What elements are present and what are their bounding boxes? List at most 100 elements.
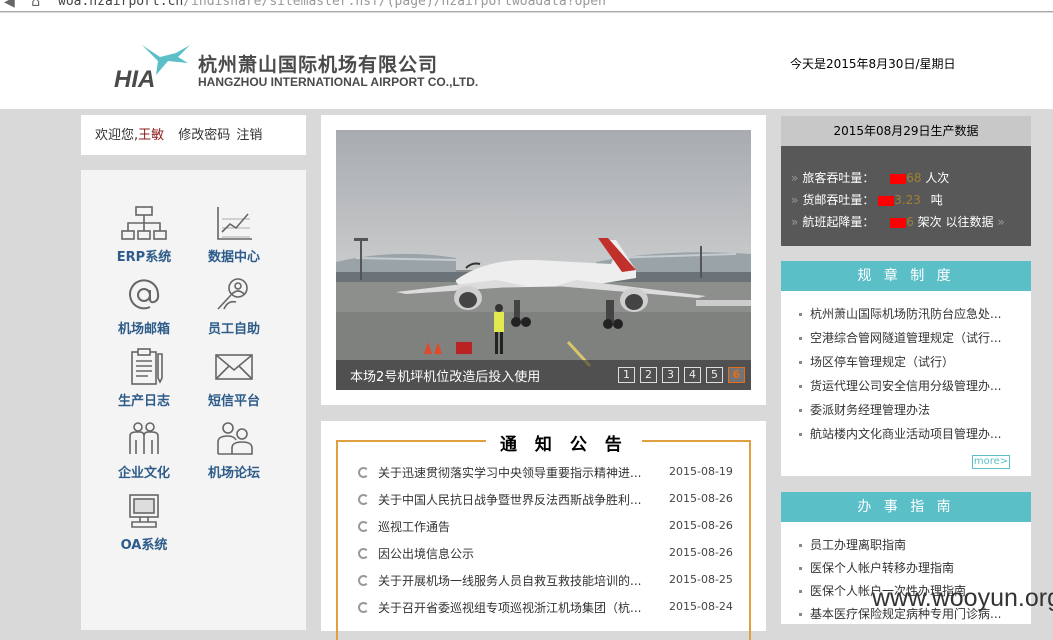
monitor-icon	[129, 494, 159, 528]
refresh-bullet-icon	[358, 602, 369, 613]
nav-mail[interactable]: 机场邮箱	[99, 276, 189, 337]
nav-label: 员工自助	[207, 322, 260, 337]
production-title: 2015年08月29日生产数据	[781, 116, 1031, 146]
rules-item[interactable]: 航站楼内文化商业活动项目管理办...	[799, 425, 1009, 442]
refresh-bullet-icon	[358, 575, 369, 586]
notice-text: 关于中国人民抗日战争暨世界反法西斯战争胜利...	[378, 493, 642, 507]
address-bar[interactable]: ◀ ⌂ woa.hzairport.cn/indishare/sitemaste…	[0, 0, 1053, 12]
hia-logo-icon: HIA	[114, 45, 190, 93]
redaction-mark	[890, 217, 907, 228]
bullet-icon	[799, 613, 802, 616]
row-value: 6	[906, 215, 914, 229]
slide-page-4[interactable]: 4	[684, 367, 701, 383]
notice-item[interactable]: 巡视工作通告 2015-08-26	[358, 518, 738, 538]
notice-date: 2015-08-25	[669, 573, 733, 586]
rules-item[interactable]: 货运代理公司安全信用分级管理办...	[799, 377, 1009, 394]
airport-logo[interactable]: HIA 杭州萧山国际机场有限公司 HANGZHOU INTERNATIONAL …	[112, 43, 512, 103]
notice-title: 通 知 公 告	[486, 430, 642, 455]
logo-mark-text: HIA	[114, 66, 155, 93]
row-unit: 人次	[925, 171, 950, 185]
row-unit: 吨	[930, 193, 943, 207]
rules-item[interactable]: 委派财务经理管理办法	[799, 401, 1009, 418]
notice-item[interactable]: 关于开展机场一线服务人员自救互救技能培训的... 2015-08-25	[358, 572, 738, 592]
notice-text: 关于开展机场一线服务人员自救互救技能培训的...	[378, 574, 642, 588]
redaction-mark	[890, 173, 907, 184]
nav-oa[interactable]: OA系统	[99, 492, 189, 553]
notice-item[interactable]: 关于迅速贯彻落实学习中央领导重要指示精神进... 2015-08-19	[358, 464, 738, 484]
url-text[interactable]: woa.hzairport.cn/indishare/sitemaster.ns…	[58, 0, 606, 9]
redaction-mark	[878, 195, 895, 206]
nav-label: ERP系统	[116, 250, 172, 265]
flights-row: » 航班起降量： 6 架次 以往数据 »	[791, 213, 1009, 230]
current-date: 今天是2015年8月30日/星期日	[790, 57, 956, 71]
notice-item[interactable]: 因公出境信息公示 2015-08-26	[358, 545, 738, 565]
nav-label: OA系统	[120, 538, 168, 553]
refresh-bullet-icon	[358, 548, 369, 559]
photo-slider[interactable]: 本场2号机坪机位改造后投入使用 1 2 3 4 5 6	[336, 130, 751, 390]
rules-item-label: 委派财务经理管理办法	[810, 403, 931, 417]
nav-data-center[interactable]: 数据中心	[189, 204, 279, 265]
notice-panel: 通 知 公 告 关于迅速贯彻落实学习中央领导重要指示精神进... 2015-08-…	[321, 421, 766, 640]
more-button[interactable]: more>	[972, 455, 1010, 469]
guide-item[interactable]: 员工办理离职指南	[799, 536, 1009, 553]
rules-panel: 规 章 制 度 杭州萧山国际机场防汛防台应急处... 空港综合管网隧道管理规定（…	[781, 261, 1031, 476]
notice-text: 关于迅速贯彻落实学习中央领导重要指示精神进...	[378, 466, 642, 480]
rules-title: 规 章 制 度	[781, 261, 1031, 291]
row-label: 货邮吞吐量：	[802, 193, 875, 207]
nav-label: 企业文化	[117, 466, 170, 481]
notice-date: 2015-08-19	[669, 465, 733, 478]
at-sign-icon	[129, 279, 160, 310]
notice-date: 2015-08-24	[669, 600, 733, 613]
notice-text: 巡视工作通告	[378, 520, 451, 534]
nav-erp[interactable]: ERP系统	[99, 204, 189, 265]
envelope-icon	[215, 354, 253, 380]
nav-culture[interactable]: 企业文化	[99, 420, 189, 481]
guide-item[interactable]: 医保个人帐户转移办理指南	[799, 559, 1009, 576]
double-arrow-icon: »	[791, 215, 799, 229]
user-search-icon	[217, 278, 248, 310]
nav-label: 机场邮箱	[117, 322, 170, 337]
slide-page-5[interactable]: 5	[706, 367, 723, 383]
nav-label: 数据中心	[207, 250, 260, 265]
back-forward-icons[interactable]: ◀ ⌂	[4, 0, 46, 10]
notice-item[interactable]: 关于召开省委巡视组专项巡视浙江机场集团（杭... 2015-08-24	[358, 599, 738, 619]
url-path: /indishare/sitemaster.nsf/(page)/hzairpo…	[183, 0, 606, 9]
rules-item-label: 杭州萧山国际机场防汛防台应急处...	[810, 307, 1002, 321]
rules-item[interactable]: 杭州萧山国际机场防汛防台应急处...	[799, 305, 1009, 322]
bullet-icon	[799, 590, 802, 593]
history-data-link[interactable]: 以往数据	[946, 215, 994, 229]
nav-label: 机场论坛	[207, 466, 260, 481]
row-value: 68	[906, 171, 922, 185]
bullet-icon	[799, 433, 802, 436]
bullet-icon	[799, 313, 802, 316]
slide-page-1[interactable]: 1	[618, 367, 635, 383]
notice-item[interactable]: 关于中国人民抗日战争暨世界反法西斯战争胜利... 2015-08-26	[358, 491, 738, 511]
user-name: 王敏	[138, 128, 165, 143]
row-unit: 架次	[917, 215, 942, 229]
refresh-bullet-icon	[358, 494, 369, 505]
rules-item-label: 航站楼内文化商业活动项目管理办...	[810, 427, 1002, 441]
slide-page-6[interactable]: 6	[728, 367, 745, 383]
photo-slider-panel: 本场2号机坪机位改造后投入使用 1 2 3 4 5 6	[321, 115, 766, 405]
double-arrow-icon: »	[997, 215, 1005, 229]
nav-label: 生产日志	[117, 394, 170, 409]
logout-link[interactable]: 注销	[236, 128, 262, 143]
nav-sms[interactable]: 短信平台	[189, 348, 279, 409]
refresh-bullet-icon	[358, 467, 369, 478]
nav-production-log[interactable]: 生产日志	[99, 348, 189, 409]
people-icon	[129, 422, 159, 454]
slide-page-2[interactable]: 2	[640, 367, 657, 383]
notice-text: 关于召开省委巡视组专项巡视浙江机场集团（杭...	[378, 601, 642, 615]
company-name-en: HANGZHOU INTERNATIONAL AIRPORT CO.,LTD.	[198, 75, 479, 89]
rules-item[interactable]: 空港综合管网隧道管理规定（试行...	[799, 329, 1009, 346]
change-password-link[interactable]: 修改密码	[178, 128, 230, 143]
nav-self-service[interactable]: 员工自助	[189, 276, 279, 337]
slide-page-3[interactable]: 3	[662, 367, 679, 383]
rules-item[interactable]: 场区停车管理规定（试行）	[799, 353, 1009, 370]
forum-icon	[217, 422, 253, 455]
bullet-icon	[799, 567, 802, 570]
double-arrow-icon: »	[791, 193, 799, 207]
url-host: woa.hzairport.cn	[58, 0, 184, 9]
nav-forum[interactable]: 机场论坛	[189, 420, 279, 481]
rules-item-label: 场区停车管理规定（试行）	[810, 355, 955, 369]
